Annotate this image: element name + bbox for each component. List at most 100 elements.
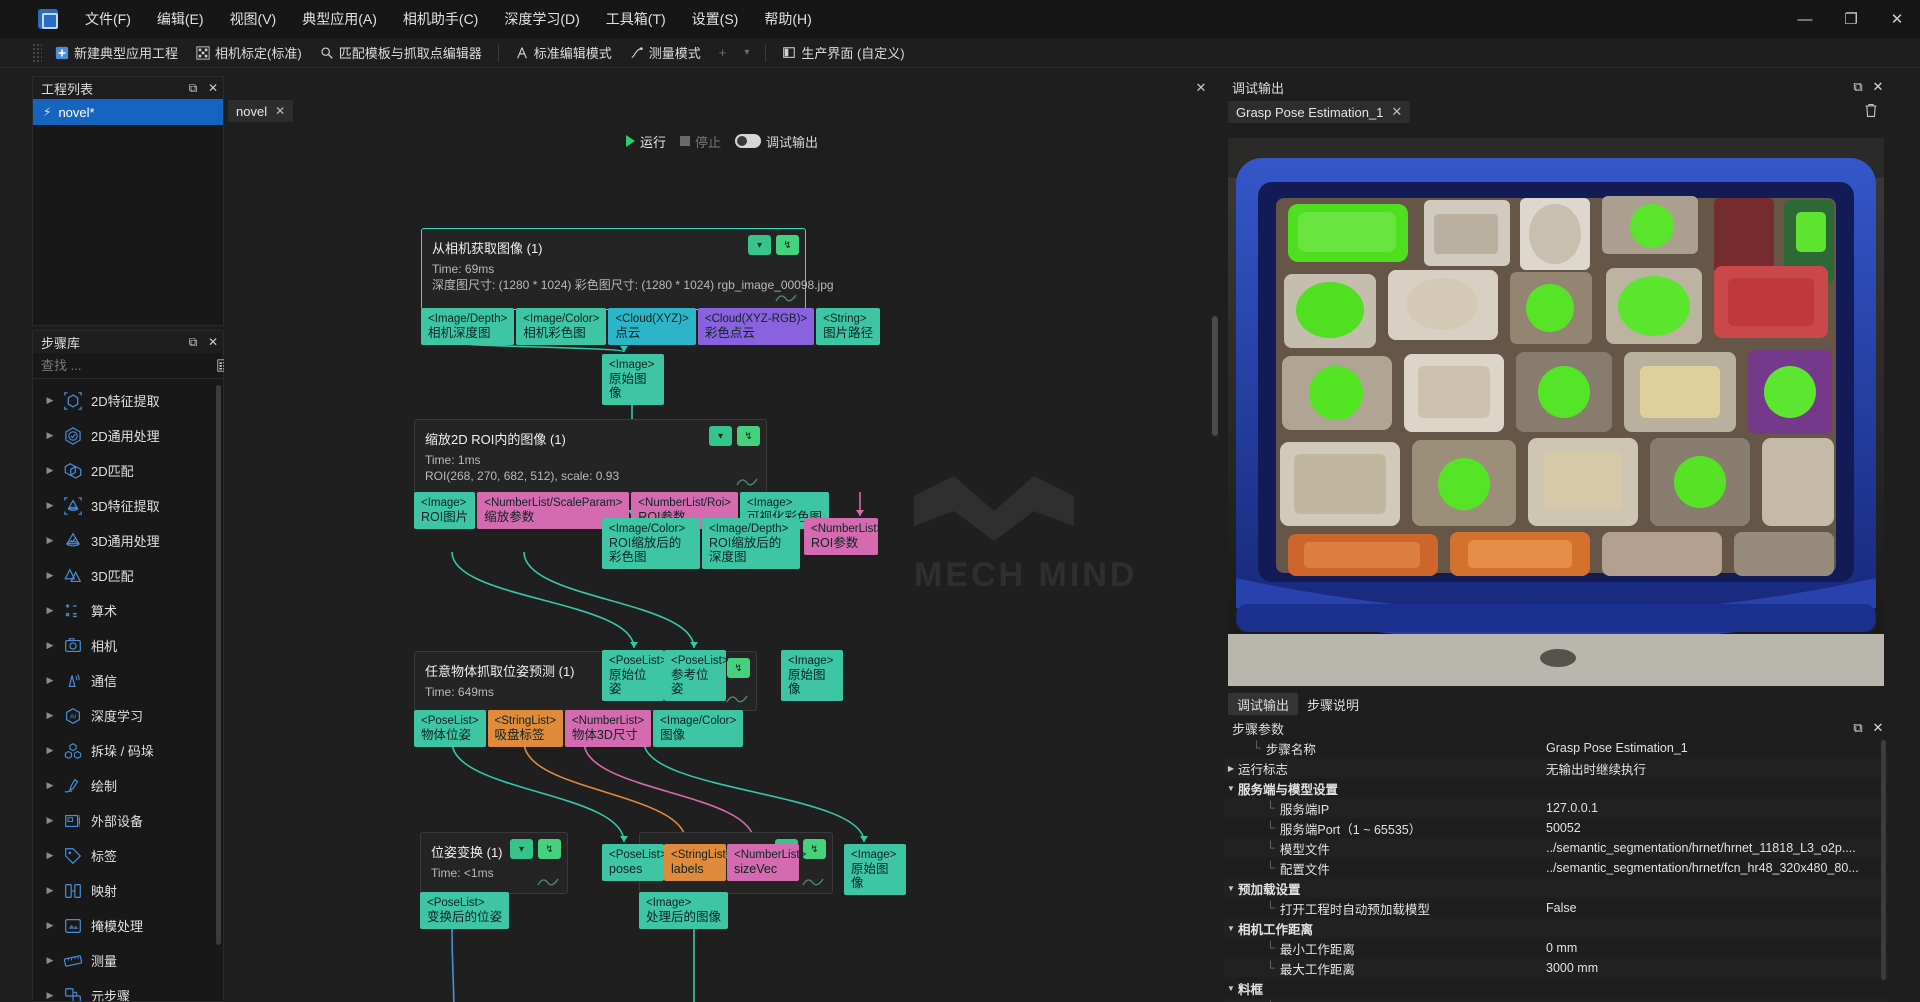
chevron-right-icon[interactable]: ▶ [45,535,55,546]
parameter-row[interactable]: ▼服务端与模型设置 [1224,778,1888,798]
float-icon[interactable]: ⧉ [1848,718,1868,738]
chevron-right-icon[interactable]: ▶ [45,675,55,686]
chevron-down-icon[interactable]: ▼ [1224,884,1238,893]
parameter-row[interactable]: ▼预加载设置 [1224,878,1888,898]
output-port-1[interactable]: <Image/Color>相机彩色图 [516,308,606,345]
chevron-right-icon[interactable]: ▶ [45,395,55,406]
close-icon[interactable]: ✕ [1391,104,1402,120]
parameter-value[interactable]: 0 mm [1546,941,1888,955]
chevron-right-icon[interactable]: ▶ [45,465,55,476]
parameter-row[interactable]: └步骤名称Grasp Pose Estimation_1 [1224,738,1888,758]
result-image-viewer[interactable] [1228,138,1884,686]
chevron-right-icon[interactable]: ▶ [45,780,55,791]
chevron-right-icon[interactable]: ▶ [45,605,55,616]
pin-icon[interactable]: ↯ [776,235,799,255]
parameter-row[interactable]: └最小工作距离0 mm [1224,938,1888,958]
output-port-0[interactable]: <PoseList>变换后的位姿 [420,892,509,929]
pin-icon[interactable]: ↯ [727,658,750,678]
parameters-scrollbar[interactable] [1881,740,1886,980]
input-port-3[interactable]: <NumberList>ROI参数 [804,518,878,555]
parameter-row[interactable]: ▼料框 [1224,978,1888,998]
output-port-0[interactable]: <Image>ROI图片 [414,492,475,529]
step-library-item-11[interactable]: ▶绘制 [33,768,223,803]
step-library-scrollbar[interactable] [216,385,221,945]
close-icon[interactable]: ✕ [203,332,223,352]
parameter-row[interactable]: └服务端Port（1 ~ 65535）50052 [1224,818,1888,838]
chevron-right-icon[interactable]: ▶ [45,850,55,861]
input-port-8[interactable]: <StringList>labels [664,844,726,881]
output-port-0[interactable]: <Image/Depth>相机深度图 [421,308,514,345]
parameter-value[interactable]: ../semantic_segmentation/hrnet/fcn_hr48_… [1546,861,1888,875]
menu-file[interactable]: 文件(F) [72,0,144,38]
float-icon[interactable]: ⧉ [1848,77,1868,97]
measure-mode[interactable]: 测量模式 [621,41,710,65]
step-library-item-2[interactable]: ▶2D匹配 [33,453,223,488]
tab-debug-output[interactable]: 调试输出 [1228,693,1298,715]
chevron-right-icon[interactable]: ▶ [45,710,55,721]
production-interface-custom[interactable]: 生产界面 (自定义) [773,41,913,65]
chevron-right-icon[interactable]: ▶ [45,885,55,896]
input-port-4[interactable]: <PoseList>原始位姿 [602,650,664,701]
search-input[interactable] [33,358,217,373]
output-port-0[interactable]: <Image>处理后的图像 [639,892,728,929]
chevron-right-icon[interactable]: ▶ [1224,764,1238,773]
camera-calibration-standard[interactable]: 相机标定(标准) [187,41,311,65]
minimize-button[interactable]: — [1782,0,1828,38]
debug-output-toggle[interactable]: 调试输出 [735,132,818,151]
menu-view[interactable]: 视图(V) [217,0,290,38]
input-port-10[interactable]: <Image>原始图像 [844,844,906,895]
output-port-2[interactable]: <NumberList>物体3D尺寸 [565,710,651,747]
maximize-button[interactable]: ❐ [1828,0,1874,38]
collapse-icon[interactable]: ▾ [748,235,771,255]
menu-settings[interactable]: 设置(S) [679,0,752,38]
input-port-2[interactable]: <Image/Depth>ROI缩放后的深度图 [702,518,800,569]
output-port-1[interactable]: <StringList>吸盘标签 [488,710,563,747]
close-icon[interactable]: ✕ [203,78,223,98]
step-library-item-10[interactable]: ▶拆垛 / 码垛 [33,733,223,768]
input-port-9[interactable]: <NumberList>sizeVec [727,844,799,881]
collapse-icon[interactable]: ▾ [510,839,533,859]
step-library-item-17[interactable]: ▶元步骤 [33,978,223,1001]
close-icon[interactable]: ✕ [1868,718,1888,738]
step-library-item-9[interactable]: ▶AI深度学习 [33,698,223,733]
document-tab-novel[interactable]: novel ✕ [228,100,293,122]
pin-icon[interactable]: ↯ [803,839,826,859]
collapse-icon[interactable]: ▾ [709,426,732,446]
chevron-right-icon[interactable]: ▶ [45,815,55,826]
parameter-row[interactable]: └打开工程时自动预加载模型False [1224,898,1888,918]
chevron-right-icon[interactable]: ▶ [45,920,55,931]
toolbar-add-button[interactable]: + [710,41,736,65]
step-library-item-5[interactable]: ▶3D匹配 [33,558,223,593]
output-port-4[interactable]: <String>图片路径 [816,308,880,345]
parameter-value[interactable]: 无输出时继续执行 [1546,759,1888,778]
chevron-right-icon[interactable]: ▶ [45,745,55,756]
menu-toolbox[interactable]: 工具箱(T) [593,0,679,38]
close-icon[interactable]: ✕ [275,104,285,118]
float-icon[interactable]: ⧉ [183,332,203,352]
template-and-pick-point-editor[interactable]: 匹配模板与抓取点编辑器 [311,41,491,65]
step-library-item-1[interactable]: ▶2D通用处理 [33,418,223,453]
output-port-3[interactable]: <Cloud(XYZ-RGB)>彩色点云 [698,308,814,345]
input-port-6[interactable]: <Image>原始图像 [781,650,843,701]
output-port-0[interactable]: <PoseList>物体位姿 [414,710,486,747]
debug-step-chip[interactable]: Grasp Pose Estimation_1 ✕ [1228,101,1410,123]
parameter-value[interactable]: ../semantic_segmentation/hrnet/hrnet_118… [1546,841,1888,855]
step-library-item-3[interactable]: ▶3D特征提取 [33,488,223,523]
input-port-7[interactable]: <PoseList>poses [602,844,664,881]
step-library-item-15[interactable]: ▶掩模处理 [33,908,223,943]
step-library-item-16[interactable]: ▶测量 [33,943,223,978]
chevron-right-icon[interactable]: ▶ [45,955,55,966]
step-library-item-4[interactable]: ▶3D通用处理 [33,523,223,558]
menu-camera-assistant[interactable]: 相机助手(C) [390,0,491,38]
graph-node[interactable]: 从相机获取图像 (1)Time: 69ms深度图尺寸: (1280 * 1024… [421,228,806,310]
chevron-down-icon[interactable]: ▼ [1224,924,1238,933]
parameter-value[interactable]: 50052 [1546,821,1888,835]
step-library-item-0[interactable]: ▶2D特征提取 [33,383,223,418]
parameter-row[interactable]: └服务端IP127.0.0.1 [1224,798,1888,818]
step-library-item-14[interactable]: ▶映射 [33,873,223,908]
standard-edit-mode[interactable]: 标准编辑模式 [506,41,621,65]
float-icon[interactable]: ⧉ [183,78,203,98]
input-port-5[interactable]: <PoseList>参考位姿 [664,650,726,701]
close-icon[interactable]: ✕ [1868,77,1888,97]
graph-node[interactable]: 缩放2D ROI内的图像 (1)Time: 1msROI(268, 270, 6… [414,419,767,494]
